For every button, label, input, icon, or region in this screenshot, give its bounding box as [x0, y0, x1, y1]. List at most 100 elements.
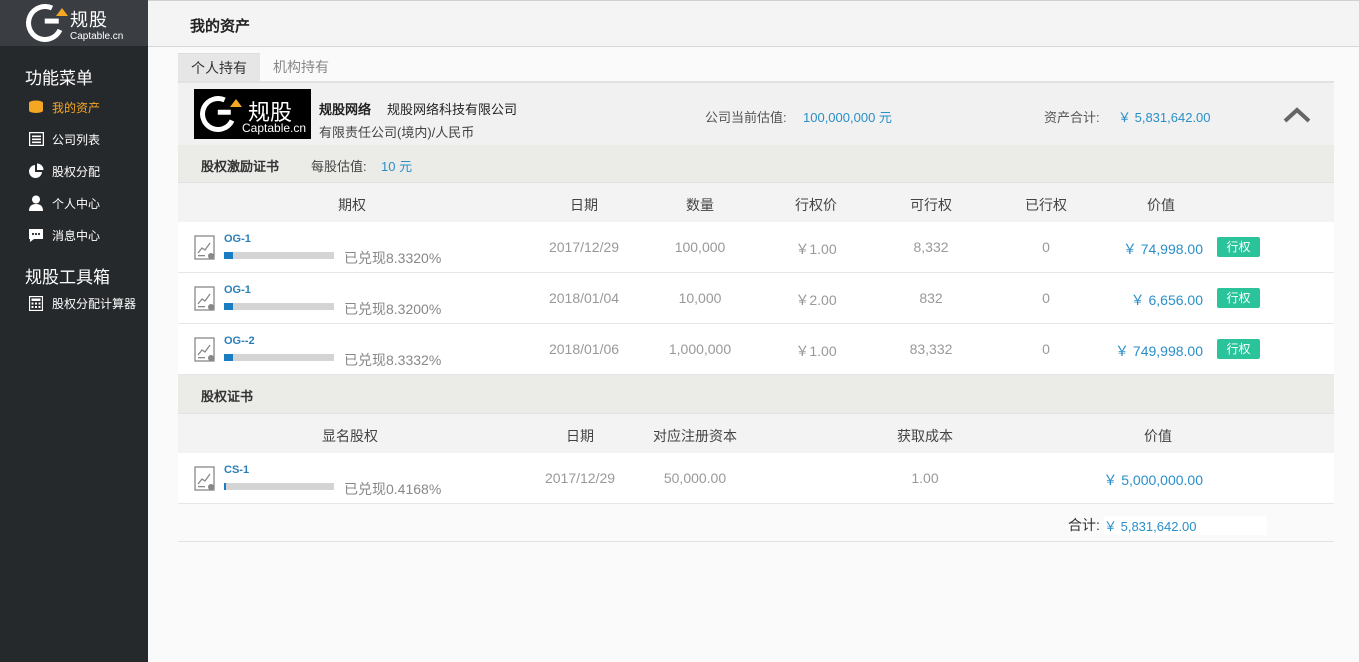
- tab-personal-holdings[interactable]: 个人持有: [178, 53, 260, 81]
- value-cell: ￥ 74,998.00: [1122, 241, 1203, 257]
- sidebar-item-label: 公司列表: [52, 132, 101, 147]
- logo-triangle-icon: [230, 99, 242, 107]
- date-cell: 2017/12/29: [548, 239, 620, 255]
- column-header: 价值: [1147, 197, 1175, 213]
- exercised-cell: 0: [1042, 239, 1050, 255]
- strike-price-cell: ￥1.00: [795, 343, 837, 359]
- date-cell: 2018/01/04: [548, 290, 620, 306]
- total-assets-value: ￥ 5,831,642.00: [1118, 110, 1211, 125]
- equity-section-header: 股权证书: [178, 375, 1334, 413]
- vesting-progress-fill: [224, 303, 234, 310]
- date-cell: 2018/01/06: [548, 341, 620, 357]
- sidebar-item-label: 股权分配: [52, 164, 101, 179]
- summary-label: 合计:: [1068, 517, 1100, 533]
- sidebar: 规股 Captable.cn 功能菜单 我的资产 公司列表 股权分配 个人中心 …: [0, 0, 170, 662]
- options-section-header: 股权激励证书 每股估值: 10 元: [178, 145, 1334, 182]
- strike-price-cell: ￥1.00: [795, 241, 837, 257]
- main-content: 个人持有 机构持有 规股 Captable.cn 规股网络 规股网络科技有限公司…: [148, 47, 1359, 662]
- holdings-panel: 规股 Captable.cn 规股网络 规股网络科技有限公司 有限责任公司(境内…: [178, 81, 1334, 542]
- equity-table-header: 显名股权 日期 对应注册资本 获取成本 价值: [178, 413, 1334, 453]
- exercise-button[interactable]: 行权: [1217, 288, 1260, 308]
- exercise-button[interactable]: 行权: [1217, 339, 1260, 359]
- logo-domain: Captable.cn: [70, 31, 124, 42]
- acquisition-cost-cell: 1.00: [911, 470, 939, 486]
- logo-g-icon: [194, 90, 242, 138]
- table-row: OG--2 已兑现8.3332% 2018/01/06 1,000,000 ￥1.00 8…: [178, 324, 1334, 375]
- vesting-percent: 已兑现8.3200%: [344, 301, 442, 317]
- column-header: 价值: [1144, 428, 1172, 444]
- exercised-cell: 0: [1042, 290, 1050, 306]
- page-title: 我的资产: [190, 18, 251, 35]
- tab-bar: 个人持有 机构持有: [178, 53, 342, 81]
- sidebar-item-companies[interactable]: 公司列表: [0, 123, 148, 155]
- company-short-name: 规股网络: [319, 102, 372, 117]
- summary-row: 合计: ￥ 5,831,642.00: [178, 504, 1334, 542]
- column-header: 数量: [686, 197, 714, 213]
- price-per-share-value: 10 元: [381, 159, 413, 174]
- sidebar-item-messages[interactable]: 消息中心: [0, 219, 148, 251]
- vesting-percent: 已兑现8.3332%: [344, 352, 442, 368]
- sidebar-item-label: 我的资产: [52, 100, 101, 115]
- certificate-code-link[interactable]: CS-1: [224, 464, 249, 476]
- column-header: 日期: [566, 428, 594, 444]
- summary-value: ￥ 5,831,642.00: [1104, 516, 1267, 535]
- vesting-progress-bar: [224, 483, 334, 490]
- vesting-progress-bar: [224, 303, 334, 310]
- coins-icon: [28, 99, 44, 115]
- sidebar-item-label: 股权分配计算器: [52, 296, 137, 311]
- total-assets-label: 资产合计:: [1044, 110, 1100, 125]
- certificate-icon: [194, 235, 216, 261]
- quantity-cell: 100,000: [674, 239, 726, 255]
- valuation-value: 100,000,000 元: [803, 110, 892, 125]
- user-icon: [28, 195, 44, 211]
- collapse-chevron-up-icon[interactable]: [1282, 105, 1312, 125]
- app-logo[interactable]: 规股 Captable.cn: [0, 0, 170, 48]
- certificate-icon: [194, 286, 216, 312]
- equity-section-title: 股权证书: [201, 389, 254, 404]
- column-header: 对应注册资本: [653, 428, 737, 444]
- vesting-progress-fill: [224, 354, 234, 361]
- tab-institutional-holdings[interactable]: 机构持有: [260, 53, 342, 81]
- strike-price-cell: ￥2.00: [795, 292, 837, 308]
- column-header: 期权: [338, 197, 366, 213]
- value-cell: ￥ 6,656.00: [1130, 292, 1203, 308]
- company-logo: 规股 Captable.cn: [194, 89, 311, 139]
- column-header: 已行权: [1025, 197, 1067, 213]
- options-table-body: OG-1 已兑现8.3320% 2017/12/29 100,000 ￥1.00 8,33…: [178, 222, 1334, 375]
- vesting-progress-bar: [224, 354, 334, 361]
- value-cell: ￥ 5,000,000.00: [1103, 472, 1203, 488]
- certificate-code-link[interactable]: OG-1: [224, 233, 251, 245]
- registered-capital-cell: 50,000.00: [663, 470, 727, 486]
- header: 我的资产: [148, 0, 1359, 47]
- pie-chart-icon: [28, 163, 44, 179]
- logo-triangle-icon: [56, 8, 68, 16]
- exercisable-cell: 8,332: [913, 239, 949, 255]
- exercisable-cell: 832: [919, 290, 943, 306]
- sidebar-item-personal-center[interactable]: 个人中心: [0, 187, 148, 219]
- sidebar-item-label: 个人中心: [52, 196, 101, 211]
- quantity-cell: 1,000,000: [668, 341, 732, 357]
- table-row: OG-1 已兑现8.3320% 2017/12/29 100,000 ￥1.00 8,33…: [178, 222, 1334, 273]
- tools-title: 规股工具箱: [25, 268, 110, 287]
- exercise-button[interactable]: 行权: [1217, 237, 1260, 257]
- logo-name: 规股: [70, 10, 108, 30]
- valuation-label: 公司当前估值:: [705, 110, 787, 125]
- certificate-code-link[interactable]: OG--2: [224, 335, 255, 347]
- quantity-cell: 10,000: [678, 290, 722, 306]
- sidebar-item-my-assets[interactable]: 我的资产: [0, 91, 148, 123]
- column-header: 获取成本: [897, 428, 953, 444]
- vesting-percent: 已兑现0.4168%: [344, 481, 442, 497]
- equity-table-body: CS-1 已兑现0.4168% 2017/12/29 50,000.00 1.00 ￥ 5…: [178, 453, 1334, 504]
- certificate-icon: [194, 466, 216, 492]
- company-full-name: 规股网络科技有限公司: [387, 102, 518, 117]
- sidebar-item-equity-distribution[interactable]: 股权分配: [0, 155, 148, 187]
- table-row: CS-1 已兑现0.4168% 2017/12/29 50,000.00 1.00 ￥ 5…: [178, 453, 1334, 504]
- company-summary: 规股 Captable.cn 规股网络 规股网络科技有限公司 有限责任公司(境内…: [178, 81, 1334, 145]
- column-header: 日期: [570, 197, 598, 213]
- certificate-code-link[interactable]: OG-1: [224, 284, 251, 296]
- date-cell: 2017/12/29: [544, 470, 616, 486]
- vesting-progress-bar: [224, 252, 334, 259]
- company-logo-domain: Captable.cn: [242, 121, 307, 135]
- menu-title: 功能菜单: [25, 69, 93, 88]
- sidebar-item-calculator[interactable]: 股权分配计算器: [0, 290, 148, 316]
